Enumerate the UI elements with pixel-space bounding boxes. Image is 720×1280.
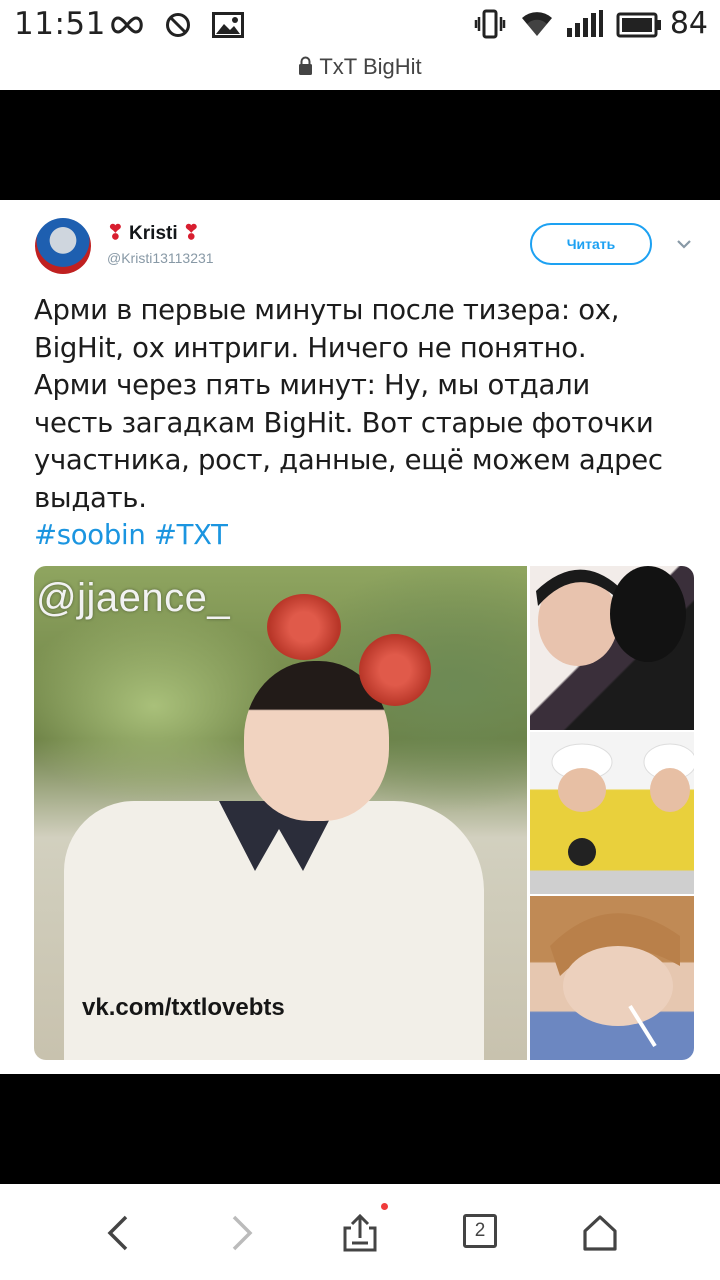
photo-collage[interactable]: @jjaence_ vk.com/txtlovebts: [34, 566, 694, 1060]
tweet-line: Арми через пять минут: Ну, мы отдали: [34, 369, 590, 401]
address-bar[interactable]: TxT BigHit: [0, 52, 720, 90]
lock-icon: [298, 56, 313, 82]
notification-dot: [381, 1203, 388, 1210]
status-bar: 11:51 84: [0, 0, 720, 52]
letterbox-top: [0, 90, 720, 200]
image-icon: [212, 12, 244, 42]
tweet-text: Арми в первые минуты после тизера: ох, B…: [34, 292, 694, 555]
signal-icon: [566, 10, 604, 42]
status-time: 11:51: [14, 6, 106, 42]
tweet-card: ❣ Kristi ❣ @Kristi13113231 Читать Арми в…: [0, 200, 720, 1074]
home-button[interactable]: [577, 1210, 623, 1256]
tweet-line: честь загадкам BigHit. Вот старые фоточк…: [34, 406, 654, 439]
main-photo[interactable]: @jjaence_ vk.com/txtlovebts: [34, 566, 527, 1060]
author-name: Kristi: [129, 223, 178, 244]
heart-emoji-icon: ❣: [182, 222, 200, 244]
browser-navbar: 2: [0, 1184, 720, 1280]
hashtags[interactable]: #soobin #TXT: [34, 517, 694, 555]
watermark-top: @jjaence_: [36, 576, 231, 620]
vibrate-icon: [474, 8, 506, 44]
share-button[interactable]: [337, 1210, 383, 1256]
letterbox-bottom: [0, 1074, 720, 1184]
chevron-down-icon[interactable]: [674, 236, 694, 255]
heart-emoji-icon: ❣: [107, 222, 124, 244]
follow-button[interactable]: Читать: [530, 223, 652, 265]
page-title: TxT BigHit: [319, 54, 422, 79]
photo-ear-right: [359, 634, 431, 706]
battery-icon: [616, 12, 662, 42]
side-photo-1[interactable]: [530, 566, 694, 730]
wifi-icon: [520, 10, 554, 42]
author-handle[interactable]: @Kristi13113231: [107, 250, 214, 266]
page-title-row: TxT BigHit: [0, 54, 720, 82]
tabs-button[interactable]: 2: [463, 1214, 497, 1248]
avatar[interactable]: [35, 218, 91, 274]
author-name-row[interactable]: ❣ Kristi ❣: [107, 220, 200, 245]
tweet-line: BigHit, ох интриги. Ничего не понятно.: [34, 331, 587, 364]
forward-button[interactable]: [218, 1210, 264, 1256]
photo-ear-left: [267, 594, 341, 660]
battery-percentage: 84: [669, 6, 708, 41]
tweet-line: выдать.: [34, 481, 147, 514]
tweet-line: участника, рост, данные, ещё можем адрес: [34, 444, 663, 476]
watermark-bottom: vk.com/txtlovebts: [82, 994, 285, 1021]
back-button[interactable]: [96, 1210, 142, 1256]
side-photo-3[interactable]: [530, 896, 694, 1060]
side-photo-2[interactable]: [530, 732, 694, 894]
tweet-line: Арми в первые минуты после тизера: ох,: [34, 294, 620, 326]
do-not-disturb-icon: [165, 12, 191, 42]
infinity-icon: [108, 14, 146, 40]
